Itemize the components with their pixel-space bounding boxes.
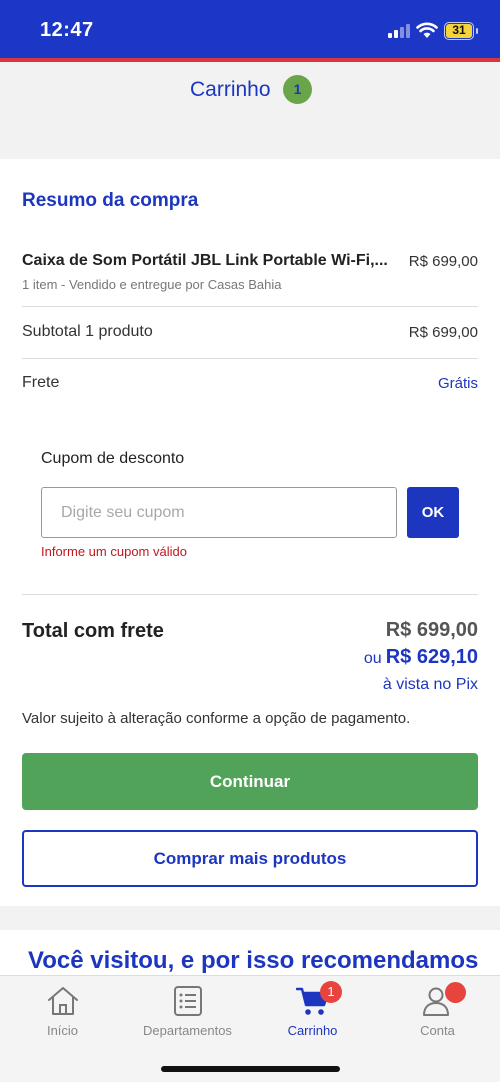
- shipping-label: Frete: [22, 374, 60, 391]
- tab-label-departments: Departamentos: [143, 1023, 232, 1038]
- purchase-summary-card: Resumo da compra Caixa de Som Portátil J…: [0, 159, 500, 906]
- total-label: Total com frete: [22, 620, 164, 642]
- shipping-value: Grátis: [437, 375, 478, 392]
- tab-label-cart: Carrinho: [287, 1023, 338, 1038]
- tab-label-account: Conta: [420, 1023, 455, 1038]
- product-price: R$ 699,00: [408, 253, 478, 270]
- coupon-label: Cupom de desconto: [41, 450, 185, 467]
- divider: [22, 306, 478, 307]
- tab-home[interactable]: Início: [0, 976, 125, 1046]
- pix-price-line: ou R$ 629,10: [364, 646, 478, 669]
- subtotal-label: Subtotal 1 produto: [22, 323, 153, 340]
- home-indicator: [161, 1066, 340, 1072]
- coupon-input[interactable]: [41, 487, 397, 538]
- tab-bar: Início Departamentos 1 Carrinho Conta: [0, 975, 500, 1082]
- total-price: R$ 699,00: [385, 619, 478, 641]
- summary-title: Resumo da compra: [22, 190, 199, 211]
- pix-price: R$ 629,10: [385, 646, 478, 668]
- product-name[interactable]: Caixa de Som Portátil JBL Link Portable …: [22, 252, 394, 270]
- pix-prefix: ou: [363, 650, 382, 667]
- recommendations-title: Você visitou, e por isso recomendamos: [28, 947, 479, 974]
- signal-icon: [388, 24, 410, 38]
- tab-account[interactable]: Conta: [375, 976, 500, 1046]
- divider: [22, 594, 478, 595]
- notification-dot: [445, 982, 466, 1003]
- divider: [22, 358, 478, 359]
- pix-subtitle: à vista no Pix: [382, 676, 478, 693]
- coupon-error: Informe um cupom válido: [41, 544, 187, 559]
- list-icon: [173, 986, 202, 1016]
- product-seller: 1 item - Vendido e entregue por Casas Ba…: [22, 277, 282, 292]
- home-icon: [47, 987, 78, 1015]
- page-title: Carrinho: [190, 78, 271, 101]
- tab-departments[interactable]: Departamentos: [125, 976, 250, 1046]
- battery-level: 31: [446, 24, 472, 38]
- battery-icon: 31: [444, 22, 478, 40]
- apply-coupon-button[interactable]: OK: [407, 487, 459, 538]
- wifi-icon: [416, 22, 438, 38]
- cart-count-badge: 1: [283, 75, 312, 104]
- status-bar: 12:47 31: [0, 0, 500, 58]
- tab-cart[interactable]: 1 Carrinho: [250, 976, 375, 1046]
- status-time: 12:47: [40, 19, 94, 41]
- continue-button[interactable]: Continuar: [22, 753, 478, 810]
- buy-more-button[interactable]: Comprar mais produtos: [22, 830, 478, 887]
- page-header: Carrinho 1: [0, 62, 500, 117]
- subtotal-value: R$ 699,00: [408, 324, 478, 341]
- cart-badge: 1: [320, 981, 342, 1003]
- payment-note: Valor sujeito à alteração conforme a opç…: [22, 710, 411, 727]
- tab-label-home: Início: [46, 1023, 79, 1038]
